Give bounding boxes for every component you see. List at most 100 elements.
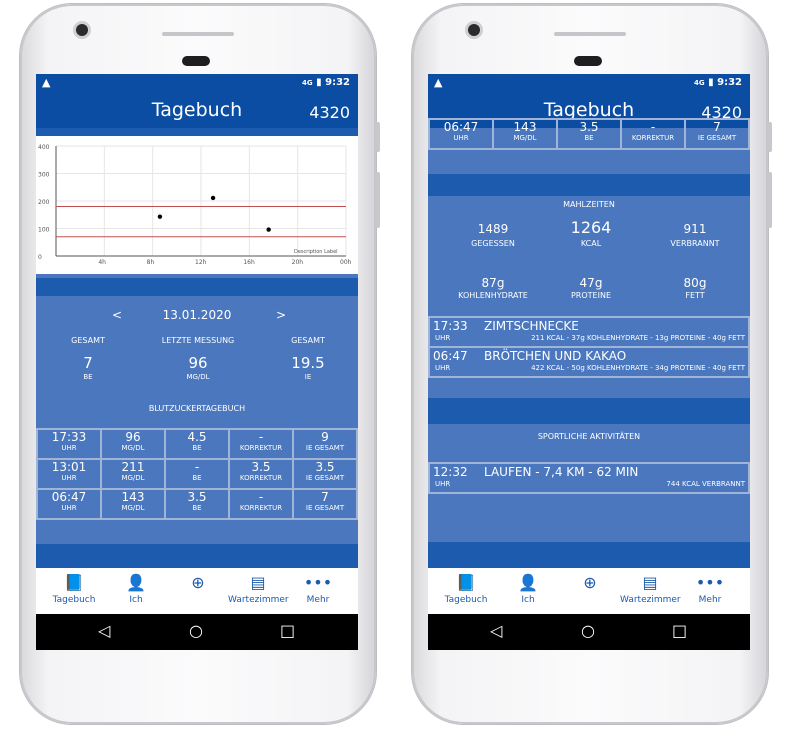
book-icon: 📘 — [64, 573, 84, 592]
table-cell: 7 IE GESAMT — [292, 488, 358, 520]
date-label: 13.01.2020 — [162, 308, 232, 322]
table-cell: - KORREKTUR — [620, 118, 686, 150]
x-tick-label: 00h — [340, 259, 352, 266]
home-icon[interactable]: ○ — [581, 621, 595, 640]
bottom-navigation: 📘 Tagebuch 👤 Ich ⊕ ▤ Wartezimmer ••• Mehr — [428, 568, 750, 614]
table-row[interactable]: 13:01 UHR 211 MG/DL - BE 3.5 KORREKTUR 3.5 IE GES… — [36, 458, 358, 490]
glucose-table-partial: 06:47 UHR 143 MG/DL 3.5 BE - KORREKTUR 7 IE GESAM… — [428, 118, 750, 150]
entry-title: ZIMTSCHNECKE — [484, 319, 579, 333]
cell-value: - — [258, 490, 264, 504]
x-tick-label: 12h — [195, 259, 207, 266]
list-item[interactable]: 17:33 UHR ZIMTSCHNECKE 211 KCAL - 37g KOHLE… — [428, 316, 750, 348]
more-icon: ••• — [303, 573, 333, 592]
recent-apps-icon[interactable]: □ — [280, 621, 295, 640]
nav-label: Ich — [521, 595, 535, 605]
points-counter: 4320 — [309, 103, 350, 122]
bottom-navigation: 📘 Tagebuch 👤 Ich ⊕ ▤ Wartezimmer ••• Mehr — [36, 568, 358, 614]
cell-unit: UHR — [61, 504, 77, 512]
warning-icon: ▲ — [42, 76, 51, 89]
table-row[interactable]: 17:33 UHR 96 MG/DL 4.5 BE - KORREKTUR 9 IE GESAMT — [36, 428, 358, 460]
cell-value: 143 — [513, 120, 537, 134]
speaker-grille — [182, 56, 210, 66]
cell-value: 06:47 — [443, 120, 479, 134]
macro-stat-label: FETT — [685, 291, 705, 300]
nav-label: Wartezimmer — [620, 595, 681, 605]
power-button — [376, 122, 380, 152]
cell-value: 4.5 — [187, 430, 207, 444]
nav-item-wartezimmer[interactable]: ▤ Wartezimmer — [620, 572, 681, 605]
power-button — [768, 122, 772, 152]
list-item[interactable]: 12:32 UHR LAUFEN - 7,4 KM - 62 MIN 744 KCAL… — [428, 462, 750, 494]
table-cell: 96 MG/DL — [100, 428, 166, 460]
summary-label: LETZTE MESSUNG — [161, 336, 235, 345]
back-icon[interactable]: ◁ — [98, 621, 110, 640]
entry-time-unit: UHR — [435, 364, 451, 372]
cell-unit: MG/DL — [121, 444, 145, 452]
chart-divider — [36, 278, 358, 296]
table-row[interactable]: 06:47 UHR 143 MG/DL 3.5 BE - KORREKTUR 7 IE GESAM… — [428, 118, 750, 150]
cell-unit: IE GESAMT — [305, 444, 345, 452]
entry-title: LAUFEN - 7,4 KM - 62 MIN — [484, 465, 639, 479]
add-circle-icon: ⊕ — [583, 573, 597, 592]
table-cell: 06:47 UHR — [36, 488, 102, 520]
y-tick-label: 400 — [38, 144, 50, 151]
x-tick-label: 20h — [292, 259, 304, 266]
list-item[interactable]: 06:47 UHR BRÖTCHEN UND KAKAO 422 KCAL - 50g… — [428, 346, 750, 378]
nav-item-wartezimmer[interactable]: ▤ Wartezimmer — [228, 572, 289, 605]
book-icon: 📘 — [456, 573, 476, 592]
nav-item-add[interactable]: ⊕ — [560, 572, 620, 595]
summary-unit: IE — [304, 373, 312, 381]
section-title-bz: BLUTZUCKERTAGEBUCH — [148, 404, 246, 413]
glucose-table: 17:33 UHR 96 MG/DL 4.5 BE - KORREKTUR 9 IE GESAMT… — [36, 428, 358, 520]
cell-unit: KORREKTUR — [239, 504, 283, 512]
divider-1 — [428, 174, 750, 196]
meal-stat-value: 911 — [683, 222, 707, 236]
nav-item-add[interactable]: ⊕ — [168, 572, 228, 595]
nav-item-mehr[interactable]: ••• Mehr — [680, 572, 740, 605]
cell-unit: BE — [192, 474, 202, 482]
cell-unit: MG/DL — [121, 504, 145, 512]
chat-icon: ▤ — [250, 573, 266, 592]
cell-value: 9 — [321, 430, 329, 444]
date-selector: < 13.01.2020 > — [36, 308, 358, 322]
nav-item-ich[interactable]: 👤 Ich — [498, 572, 558, 605]
entry-time-unit: UHR — [435, 334, 451, 342]
home-icon[interactable]: ○ — [189, 621, 203, 640]
nav-item-mehr[interactable]: ••• Mehr — [288, 572, 348, 605]
cell-unit: MG/DL — [121, 474, 145, 482]
prev-day-button[interactable]: < — [112, 308, 122, 322]
warning-icon: ▲ — [434, 76, 443, 89]
cell-value: 3.5 — [579, 120, 599, 134]
entry-detail: 422 KCAL - 50g KOHLENHYDRATE - 34g PROTE… — [531, 364, 745, 372]
cell-unit: BE — [584, 134, 594, 142]
meal-stat-label: KCAL — [580, 239, 602, 248]
next-day-button[interactable]: > — [276, 308, 286, 322]
network-label: 4G — [302, 79, 313, 87]
table-cell: 4.5 BE — [164, 428, 230, 460]
table-row[interactable]: 06:47 UHR 143 MG/DL 3.5 BE - KORREKTUR 7 IE GESAM… — [36, 488, 358, 520]
x-tick-label: 4h — [98, 259, 106, 266]
summary-label: GESAMT — [71, 336, 105, 345]
cell-unit: KORREKTUR — [239, 444, 283, 452]
back-icon[interactable]: ◁ — [490, 621, 502, 640]
glucose-chart: 0 100 200 300 400 4h 8h 12h 16h 20h 00h Description… — [36, 136, 358, 274]
cell-value: 13:01 — [51, 460, 87, 474]
cell-unit: BE — [192, 504, 202, 512]
clock: 9:32 — [717, 77, 742, 88]
cell-unit: IE GESAMT — [305, 474, 345, 482]
table-cell: 3.5 BE — [164, 488, 230, 520]
entry-detail: 744 KCAL VERBRANNT — [666, 480, 745, 488]
nav-item-ich[interactable]: 👤 Ich — [106, 572, 166, 605]
macro-stat-label: KOHLENHYDRATE — [458, 291, 528, 300]
macro-stat-label: PROTEINE — [570, 291, 612, 300]
table-cell: 3.5 BE — [556, 118, 622, 150]
more-icon: ••• — [695, 573, 725, 592]
summary-unit: BE — [83, 373, 93, 381]
recent-apps-icon[interactable]: □ — [672, 621, 687, 640]
person-icon: 👤 — [518, 573, 538, 592]
nav-item-tagebuch[interactable]: 📘 Tagebuch — [436, 572, 496, 605]
nav-item-tagebuch[interactable]: 📘 Tagebuch — [44, 572, 104, 605]
chart-svg: 0 100 200 300 400 4h 8h 12h 16h 20h 00hDescription… — [38, 144, 352, 266]
nav-label: Mehr — [306, 595, 330, 605]
y-tick-label: 100 — [38, 227, 50, 234]
